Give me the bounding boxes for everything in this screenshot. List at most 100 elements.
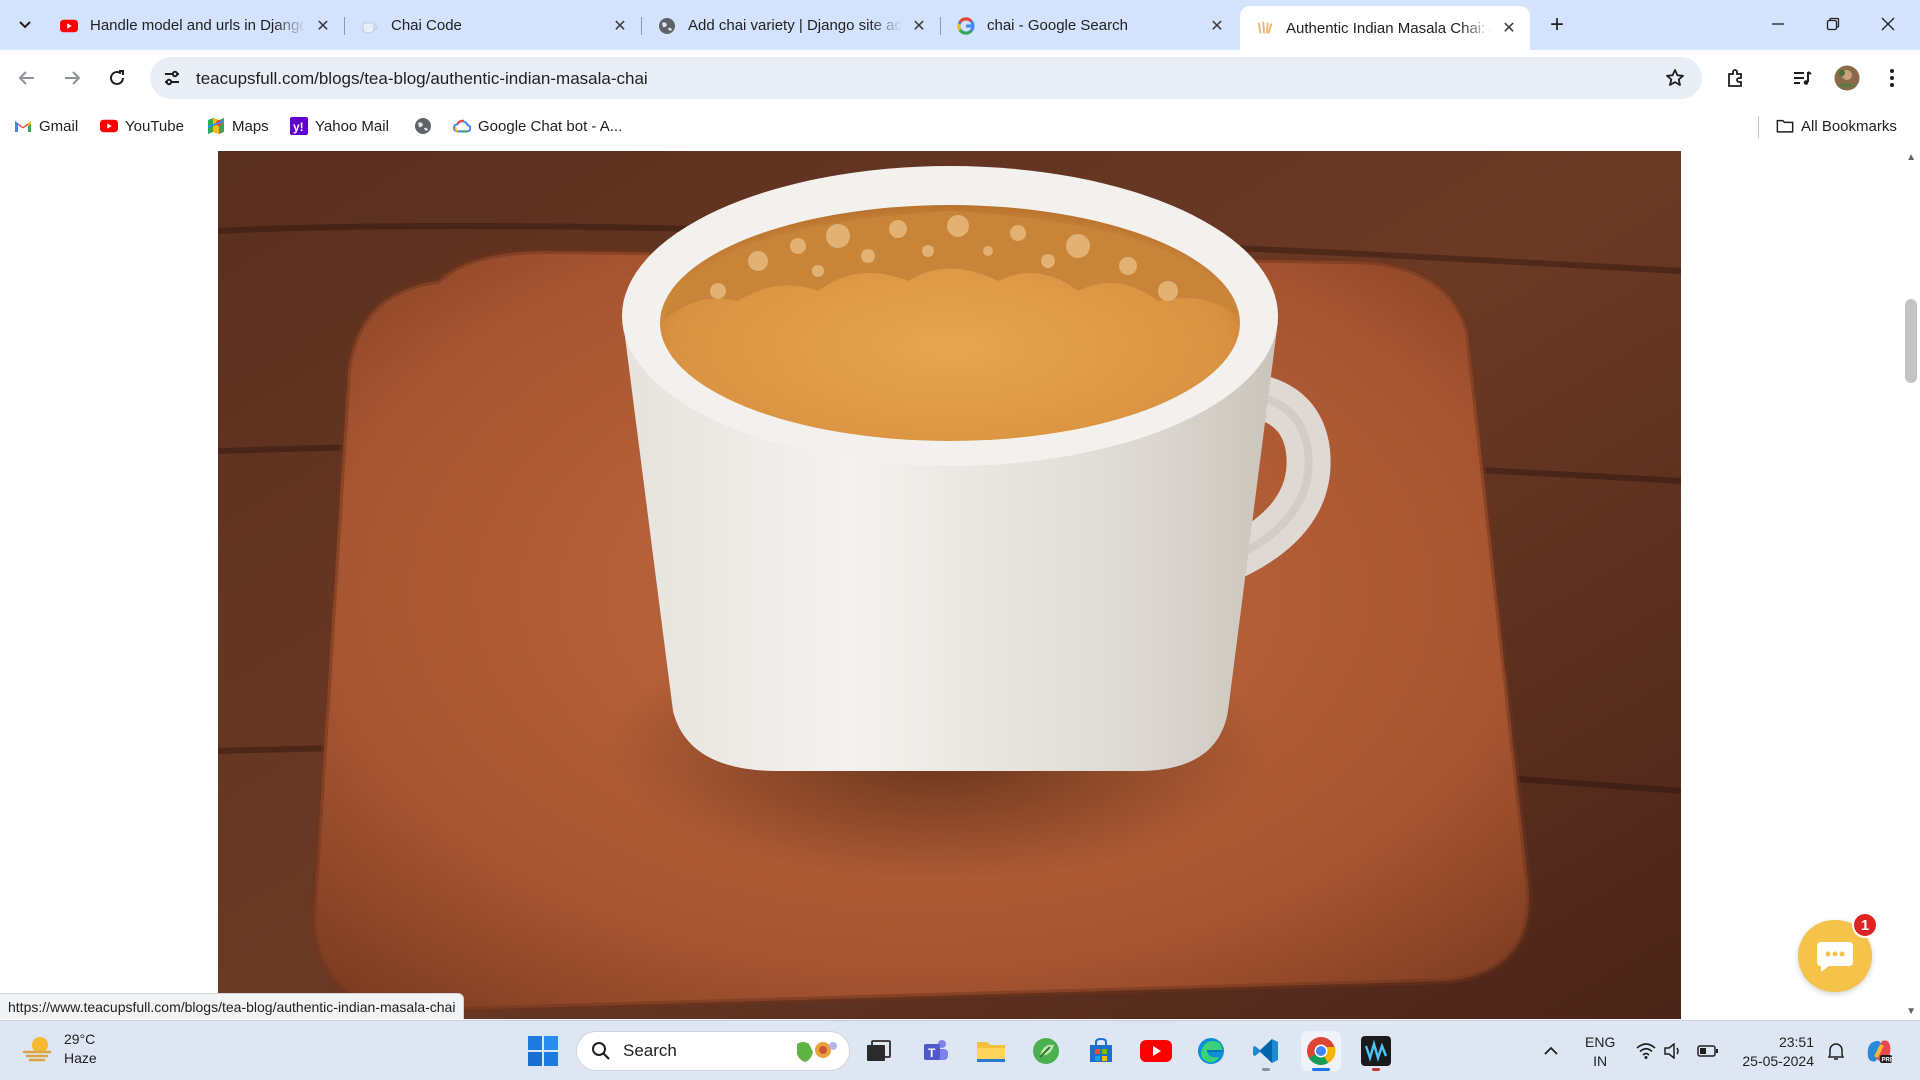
url-text[interactable]: teacupsfull.com/blogs/tea-blog/authentic… <box>196 69 648 89</box>
close-window-button[interactable] <box>1860 0 1915 48</box>
menu-kebab-icon[interactable] <box>1878 64 1906 92</box>
copilot-icon: PRE <box>1867 1040 1894 1064</box>
speaker-icon <box>1664 1043 1679 1059</box>
tab-django-admin[interactable]: Add chai variety | Django site admin ✕ <box>642 9 940 42</box>
scroll-up-arrow-icon[interactable]: ▲ <box>1906 152 1916 163</box>
media-control-icon[interactable] <box>1788 64 1816 92</box>
taskbar-search-box[interactable]: Search <box>576 1031 850 1071</box>
scroll-down-arrow-icon[interactable]: ▼ <box>1906 1006 1916 1017</box>
scroll-thumb[interactable] <box>1905 299 1917 383</box>
folder-icon <box>1776 117 1794 135</box>
input-language[interactable]: ENG IN <box>1585 1033 1615 1071</box>
address-bar[interactable]: teacupsfull.com/blogs/tea-blog/authentic… <box>150 57 1702 99</box>
weather-condition: Haze <box>64 1050 97 1066</box>
battery-status[interactable] <box>1697 1021 1719 1080</box>
bookmark-maps[interactable]: Maps <box>207 115 269 137</box>
reload-button[interactable] <box>99 60 135 96</box>
bookmark-star-icon[interactable] <box>1664 67 1686 89</box>
file-explorer-app[interactable] <box>971 1031 1011 1071</box>
browser-toolbar: teacupsfull.com/blogs/tea-blog/authentic… <box>0 50 1920 106</box>
chevron-up-icon <box>1544 1046 1558 1055</box>
battery-icon <box>1697 1045 1718 1057</box>
teams-app[interactable]: T <box>916 1031 956 1071</box>
green-app[interactable] <box>1026 1031 1066 1071</box>
tab-title: Handle model and urls in Django <box>90 17 306 34</box>
minimize-button[interactable] <box>1750 0 1805 48</box>
chrome-app[interactable] <box>1301 1031 1341 1071</box>
tab-google-search[interactable]: chai - Google Search ✕ <box>941 9 1238 42</box>
globe-icon <box>658 17 676 35</box>
chai-code-icon <box>361 17 379 35</box>
vscode-app[interactable] <box>1246 1031 1286 1071</box>
volume-status[interactable] <box>1664 1021 1682 1080</box>
bookmarks-bar: Gmail YouTube Maps y! Yahoo Mail Google … <box>0 106 1920 146</box>
close-tab-icon[interactable]: ✕ <box>1206 15 1228 37</box>
close-tab-icon[interactable]: ✕ <box>908 15 930 37</box>
link-hover-status: https://www.teacupsfull.com/blogs/tea-bl… <box>0 993 465 1019</box>
close-tab-icon[interactable]: ✕ <box>1498 17 1520 39</box>
bookmark-label: Gmail <box>39 117 79 135</box>
youtube-icon <box>60 17 78 35</box>
weather-temperature: 29°C <box>64 1031 96 1047</box>
tab-search-button[interactable] <box>10 10 40 40</box>
attention-indicator <box>1372 1068 1380 1071</box>
edge-app[interactable] <box>1191 1031 1231 1071</box>
windows-taskbar: 29°C Haze Search T ENG IN 23:51 25-05-20… <box>0 1020 1920 1080</box>
bookmark-youtube[interactable]: YouTube <box>100 115 184 137</box>
page-scrollbar[interactable]: ▲ ▼ <box>1902 146 1920 1019</box>
bookmark-label: YouTube <box>125 117 184 135</box>
profile-avatar[interactable] <box>1833 64 1861 92</box>
forward-button[interactable] <box>54 60 90 96</box>
wifi-status[interactable] <box>1636 1021 1656 1080</box>
arrow-left-icon <box>18 71 34 85</box>
youtube-icon <box>100 117 118 135</box>
site-info-icon[interactable] <box>158 64 186 92</box>
edge-icon <box>1198 1038 1224 1064</box>
wifi-icon <box>1636 1043 1656 1059</box>
arrow-right-icon <box>65 71 81 85</box>
weather-widget[interactable]: 29°C Haze <box>22 1030 97 1068</box>
tab-masala-chai-active[interactable]: Authentic Indian Masala Chai: A ✕ <box>1240 6 1530 50</box>
copilot-button[interactable]: PRE <box>1864 1021 1894 1080</box>
youtube-app[interactable] <box>1136 1031 1176 1071</box>
tab-strip: Handle model and urls in Django ✕ Chai C… <box>0 0 1920 50</box>
waves-app[interactable] <box>1356 1031 1396 1071</box>
system-clock[interactable]: 23:51 25-05-2024 <box>1736 1033 1814 1071</box>
bookmark-yahoo-mail[interactable]: y! Yahoo Mail <box>290 115 389 137</box>
task-view-icon <box>867 1040 891 1061</box>
folder-icon <box>977 1042 1005 1062</box>
extensions-icon[interactable] <box>1722 64 1750 92</box>
yahoo-icon: y! <box>290 117 308 135</box>
vscode-icon <box>1253 1039 1278 1063</box>
restore-icon <box>1826 17 1839 31</box>
notifications-button[interactable] <box>1826 1021 1846 1080</box>
teams-icon: T <box>924 1040 948 1060</box>
google-cloud-icon <box>453 117 471 135</box>
show-hidden-icons-button[interactable] <box>1543 1021 1559 1080</box>
search-icon <box>592 1042 610 1060</box>
tab-chai-code[interactable]: Chai Code ✕ <box>345 9 641 42</box>
green-leaf-app-icon <box>1033 1038 1059 1064</box>
tab-django-models[interactable]: Handle model and urls in Django ✕ <box>44 9 344 42</box>
active-indicator <box>1312 1068 1330 1071</box>
close-tab-icon[interactable]: ✕ <box>609 15 631 37</box>
svg-text:y!: y! <box>293 120 304 134</box>
microsoft-store-app[interactable] <box>1081 1031 1121 1071</box>
restore-button[interactable] <box>1805 0 1860 48</box>
bookmark-google-chat-bot[interactable]: Google Chat bot - A... <box>453 115 622 137</box>
tab-title: Add chai variety | Django site admin <box>688 17 902 34</box>
masala-chai-photo <box>218 151 1681 1019</box>
clock-time: 23:51 <box>1778 1034 1814 1050</box>
close-tab-icon[interactable]: ✕ <box>312 15 334 37</box>
chat-notification-badge: 1 <box>1852 912 1878 938</box>
new-tab-button[interactable]: + <box>1542 10 1572 40</box>
bookmark-label: Yahoo Mail <box>315 117 389 135</box>
back-button[interactable] <box>9 60 45 96</box>
teacupsfull-icon <box>1256 19 1274 37</box>
bookmark-globe[interactable] <box>414 115 439 137</box>
region-code: IN <box>1593 1053 1608 1069</box>
all-bookmarks-button[interactable]: All Bookmarks <box>1776 115 1897 137</box>
task-view-button[interactable] <box>859 1031 899 1071</box>
start-button[interactable] <box>527 1035 559 1067</box>
bookmark-gmail[interactable]: Gmail <box>14 115 78 137</box>
